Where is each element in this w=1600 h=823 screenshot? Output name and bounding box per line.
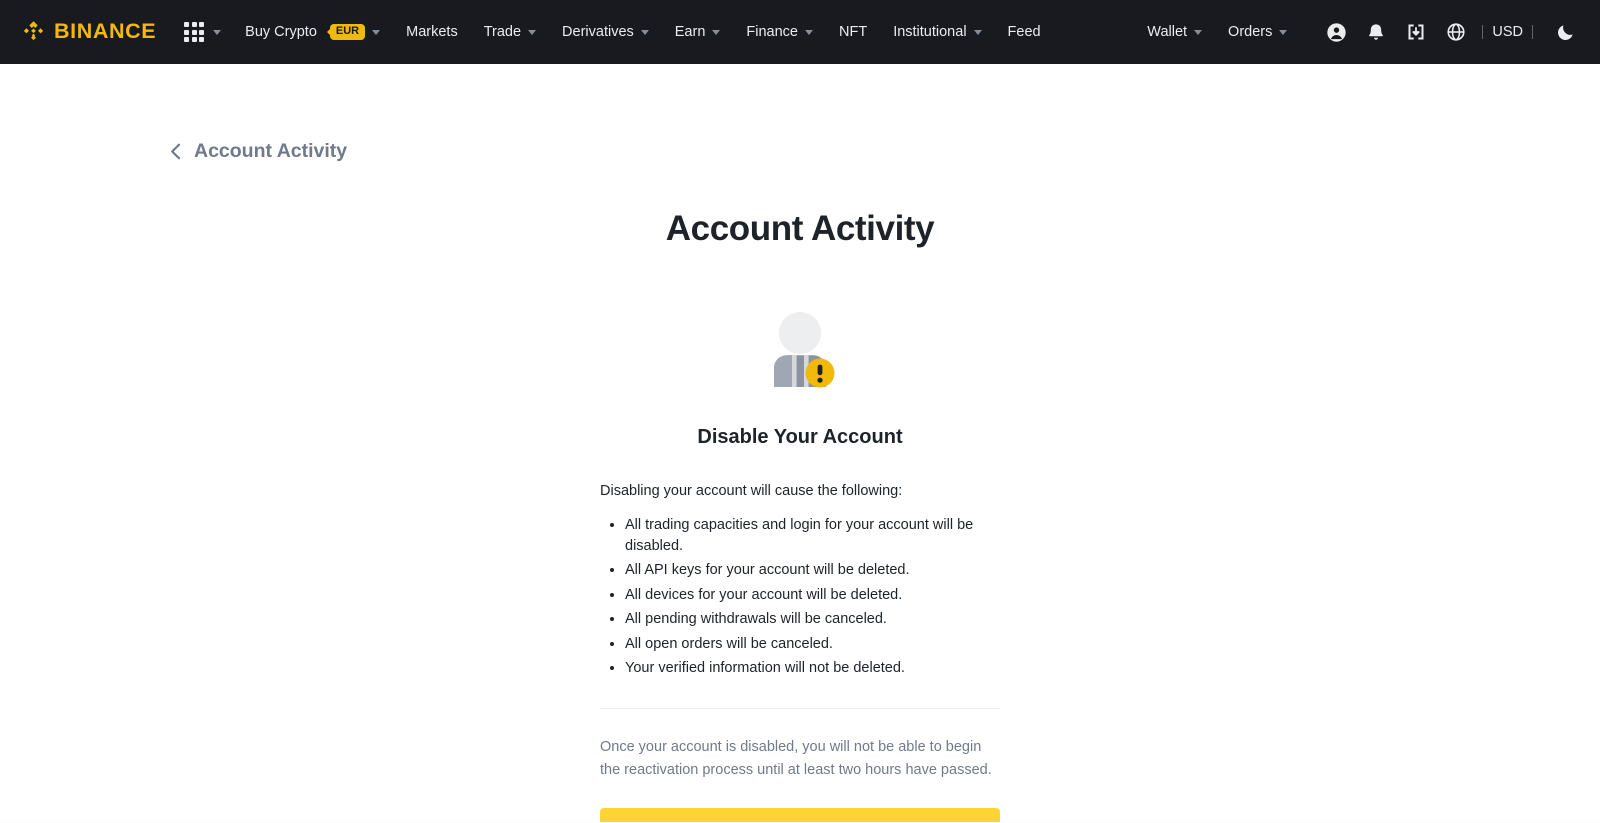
- reactivation-note: Once your account is disabled, you will …: [600, 739, 992, 778]
- nav-item-label: Wallet: [1147, 24, 1188, 40]
- nav-item-label: Buy Crypto: [245, 24, 317, 40]
- nav-item-derivatives[interactable]: Derivatives: [562, 16, 649, 48]
- moon-icon: [1557, 24, 1573, 40]
- binance-wordmark: BINANCE: [54, 19, 157, 44]
- language-region-button[interactable]: [1439, 15, 1473, 49]
- list-item: All open orders will be canceled.: [625, 634, 1000, 655]
- section-divider: [600, 708, 1000, 710]
- chevron-down-icon: [1279, 29, 1288, 35]
- chevron-down-icon: [1194, 29, 1203, 35]
- binance-logo[interactable]: BINANCE: [20, 19, 156, 46]
- nav-item-finance[interactable]: Finance: [746, 16, 813, 48]
- nav-item-orders[interactable]: Orders: [1228, 16, 1288, 48]
- nav-item-label: Trade: [483, 24, 522, 40]
- disable-account-button[interactable]: Disable this account: [600, 808, 1000, 823]
- nav-divider: [1532, 25, 1533, 39]
- chevron-down-icon: [973, 29, 982, 35]
- nav-left-group: BINANCE Buy Crypto EUR Markets Trade Der…: [20, 16, 1067, 48]
- currency-badge-eur: EUR: [329, 24, 366, 40]
- nav-item-feed[interactable]: Feed: [1008, 16, 1041, 48]
- nav-item-label: Finance: [746, 24, 798, 40]
- globe-language-icon: [1447, 23, 1465, 41]
- nav-item-label: Institutional: [893, 24, 967, 40]
- list-item: All trading capacities and login for you…: [625, 515, 1000, 557]
- page-title: Account Activity: [665, 209, 935, 248]
- nav-item-nft[interactable]: NFT: [839, 16, 867, 48]
- nav-item-trade[interactable]: Trade: [483, 16, 537, 48]
- nav-item-buy-crypto[interactable]: Buy Crypto EUR: [245, 16, 381, 48]
- app-grid-button[interactable]: [184, 16, 222, 48]
- notification-button[interactable]: [1359, 15, 1393, 49]
- nav-item-earn[interactable]: Earn: [675, 16, 721, 48]
- nav-item-label: Derivatives: [562, 24, 634, 40]
- user-account-icon: [1327, 22, 1346, 42]
- breadcrumb-back-link[interactable]: Account Activity: [170, 140, 348, 162]
- app-grid-icon: [184, 22, 205, 42]
- list-item: Your verified information will not be de…: [625, 658, 1000, 679]
- chevron-down-icon: [528, 29, 537, 35]
- chevron-down-icon: [213, 29, 222, 35]
- nav-item-institutional[interactable]: Institutional: [893, 16, 982, 48]
- main-content-column: Account Activity Disable Your Account Di…: [600, 64, 1000, 823]
- nav-item-label: Earn: [674, 24, 706, 40]
- notification-bell-icon: [1369, 23, 1384, 40]
- top-navigation-bar: BINANCE Buy Crypto EUR Markets Trade Der…: [0, 0, 1600, 64]
- nav-item-label: Markets: [406, 24, 458, 40]
- list-item: All API keys for your account will be de…: [625, 560, 1000, 581]
- chevron-left-icon: [171, 143, 181, 160]
- nav-item-label: Orders: [1228, 24, 1273, 40]
- nav-item-wallet[interactable]: Wallet: [1147, 16, 1203, 48]
- page-body: Account Activity Account Activity Disabl…: [0, 64, 1600, 823]
- user-account-button[interactable]: [1319, 15, 1353, 49]
- nav-divider: [1482, 25, 1484, 39]
- nav-item-label: Feed: [1007, 24, 1041, 40]
- list-item: All pending withdrawals will be canceled…: [625, 609, 1000, 630]
- user-with-warning-badge-icon: [774, 312, 835, 388]
- download-app-icon: [1408, 24, 1424, 40]
- intro-text: Disabling your account will cause the fo…: [600, 483, 903, 499]
- section-title: Disable Your Account: [697, 426, 903, 448]
- theme-toggle-button[interactable]: [1548, 15, 1582, 49]
- breadcrumb-label: Account Activity: [194, 140, 348, 162]
- binance-diamond-logo-icon: [23, 20, 44, 40]
- nav-right-group: Wallet Orders USD: [1147, 15, 1582, 49]
- chevron-down-icon: [372, 29, 381, 35]
- chevron-down-icon: [712, 29, 721, 35]
- consequences-list: All trading capacities and login for you…: [600, 515, 1000, 680]
- download-app-button[interactable]: [1399, 15, 1433, 49]
- nav-item-label: NFT: [839, 24, 868, 40]
- chevron-down-icon: [805, 29, 813, 35]
- chevron-down-icon: [640, 29, 649, 35]
- currency-selector[interactable]: USD: [1492, 18, 1523, 46]
- list-item: All devices for your account will be del…: [625, 585, 1000, 606]
- nav-item-markets[interactable]: Markets: [406, 16, 458, 48]
